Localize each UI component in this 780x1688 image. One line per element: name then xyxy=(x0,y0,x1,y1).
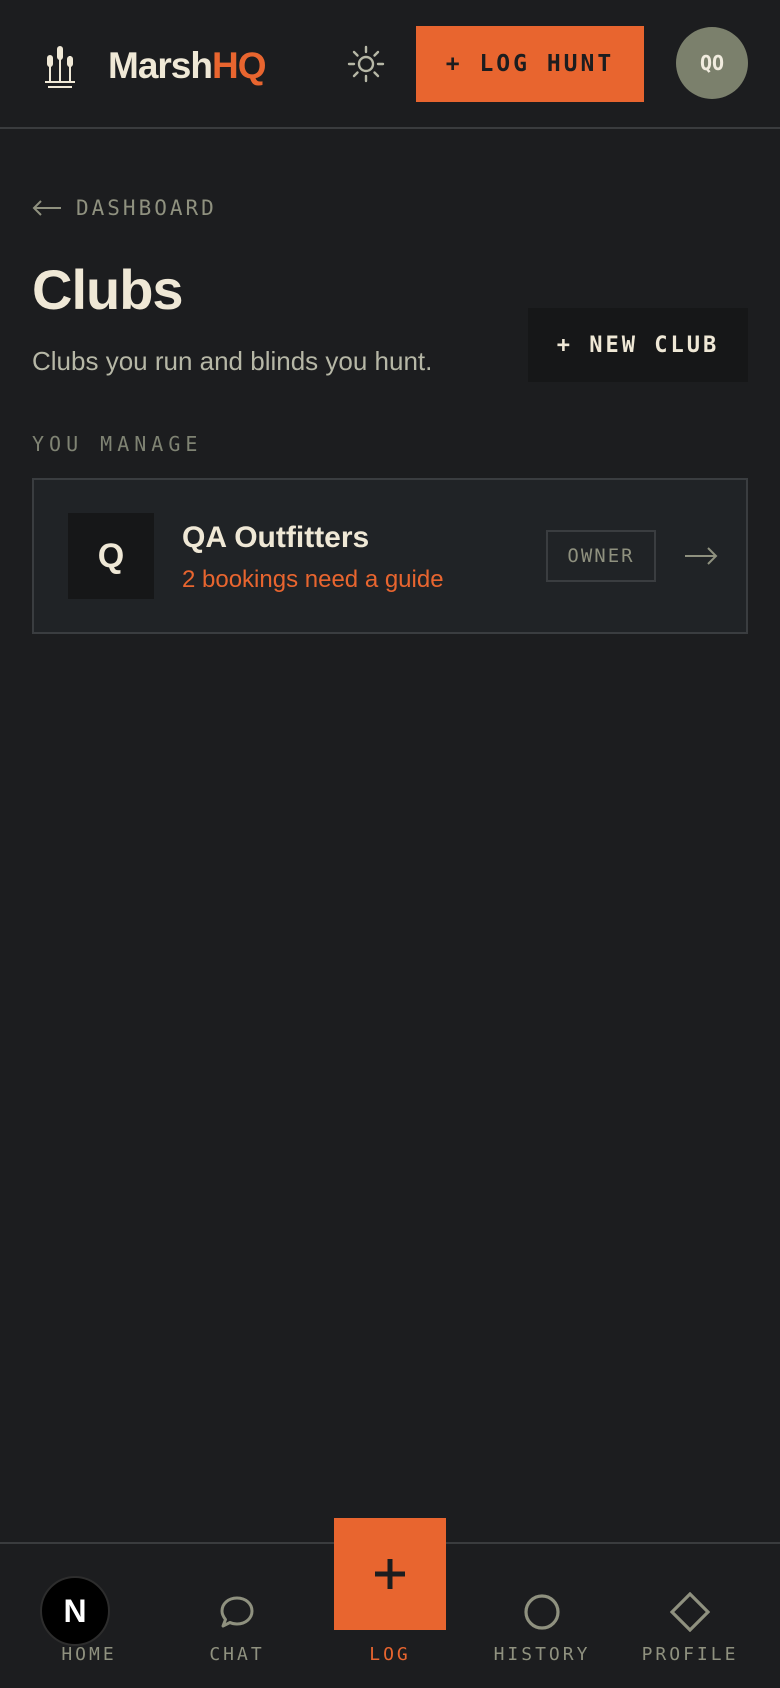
nav-item-chat[interactable]: CHAT xyxy=(167,1544,307,1688)
cattail-logo-icon xyxy=(45,46,75,88)
brand-name-part1: Marsh xyxy=(108,45,213,86)
back-to-dashboard-link[interactable]: DASHBOARD xyxy=(32,196,217,220)
clubs-page: MarshHQ + LOG HUNT QO DASHBOARD Clubs Cl… xyxy=(0,0,780,1688)
nav-label-home: HOME xyxy=(61,1644,117,1665)
back-link-label: DASHBOARD xyxy=(76,196,217,220)
section-label-you-manage: YOU MANAGE xyxy=(32,432,203,456)
circle-icon xyxy=(524,1594,560,1630)
role-badge: OWNER xyxy=(546,530,656,582)
club-card[interactable]: Q QA Outfitters 2 bookings need a guide … xyxy=(32,478,748,634)
log-fab-button[interactable] xyxy=(334,1518,446,1630)
brand-wordmark[interactable]: MarshHQ xyxy=(108,42,266,90)
nav-label-chat: CHAT xyxy=(209,1644,265,1665)
nav-label-profile: PROFILE xyxy=(641,1644,739,1665)
arrow-left-icon xyxy=(32,200,61,216)
dev-tools-badge[interactable]: N xyxy=(40,1576,110,1646)
plus-icon xyxy=(375,1559,405,1589)
nav-label-log: LOG xyxy=(369,1644,411,1665)
nav-label-history: HISTORY xyxy=(493,1644,591,1665)
app-header: MarshHQ + LOG HUNT QO xyxy=(0,0,780,129)
log-hunt-button[interactable]: + LOG HUNT xyxy=(416,26,644,102)
page-title: Clubs xyxy=(32,258,184,321)
club-status-alert: 2 bookings need a guide xyxy=(182,566,444,593)
brand-name-part2: HQ xyxy=(211,45,266,86)
club-name: QA Outfitters xyxy=(182,521,370,554)
arrow-right-icon xyxy=(685,547,718,565)
chat-bubble-icon xyxy=(220,1596,254,1628)
nav-item-history[interactable]: HISTORY xyxy=(472,1544,612,1688)
diamond-icon xyxy=(670,1592,710,1632)
new-club-button[interactable]: + NEW CLUB xyxy=(528,308,748,382)
page-subtitle: Clubs you run and blinds you hunt. xyxy=(32,346,433,376)
sun-theme-toggle-icon[interactable] xyxy=(346,44,386,84)
club-initial-avatar: Q xyxy=(68,513,154,599)
user-avatar[interactable]: QO xyxy=(676,27,748,99)
nav-item-profile[interactable]: PROFILE xyxy=(620,1544,760,1688)
